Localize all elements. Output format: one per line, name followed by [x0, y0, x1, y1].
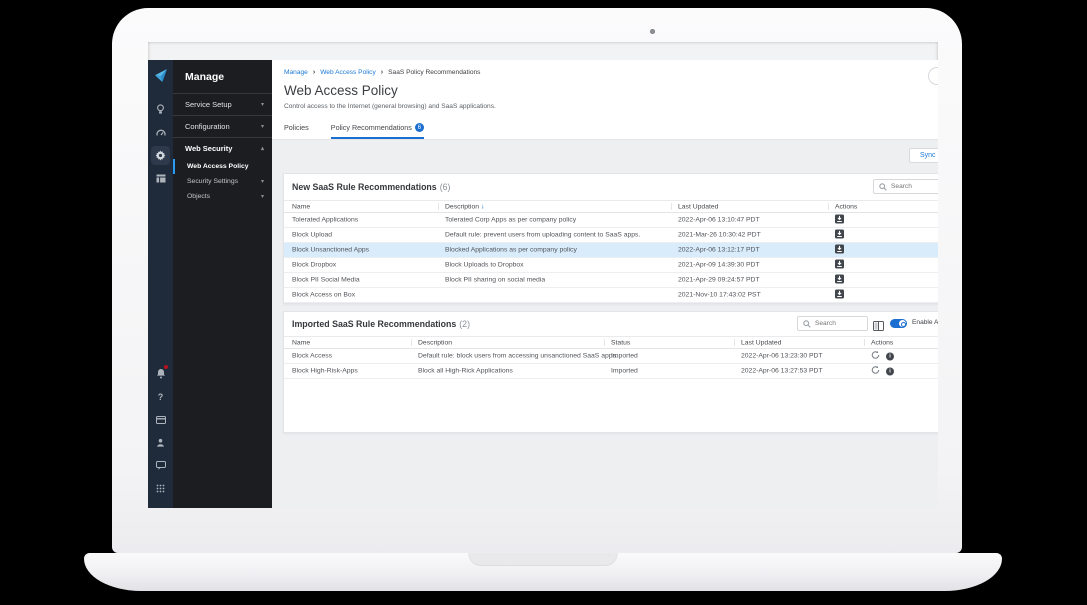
- search-input[interactable]: [815, 320, 862, 327]
- column-header-description[interactable]: Description↓: [445, 203, 485, 210]
- sync-button[interactable]: Sync: [909, 148, 938, 163]
- chevron-down-icon: ▾: [261, 123, 264, 130]
- new-rules-table-header: Name Description↓ Last Updated Actions: [284, 200, 938, 213]
- new-rules-search[interactable]: [873, 179, 938, 194]
- column-header-actions: Actions: [835, 203, 857, 210]
- search-input[interactable]: [891, 183, 938, 190]
- notification-badge: [163, 364, 169, 370]
- tab-policy-recommendations[interactable]: Policy Recommendations 6: [331, 123, 424, 139]
- sidebar: Manage Service Setup ▾ Configuration ▾ W…: [173, 60, 272, 508]
- insights-bulb-icon[interactable]: [151, 100, 170, 119]
- chevron-down-icon: ▾: [261, 101, 264, 108]
- imported-rules-title: Imported SaaS Rule Recommendations: [292, 319, 456, 329]
- import-rule-icon[interactable]: [835, 245, 844, 256]
- app-launcher-grid-icon[interactable]: [151, 479, 170, 498]
- page-body: Sync New SaaS Rule Recommendations (6) N…: [272, 140, 938, 508]
- laptop-notch: [468, 553, 618, 566]
- search-icon: [803, 320, 811, 328]
- breadcrumb-link-manage[interactable]: Manage: [284, 69, 308, 76]
- imported-rules-search[interactable]: [797, 316, 868, 331]
- search-icon: [879, 183, 887, 191]
- column-header-name[interactable]: Name: [292, 203, 310, 210]
- status-badge: Imported: [611, 368, 638, 375]
- import-rule-icon[interactable]: [835, 290, 844, 301]
- auto-sync-toggle[interactable]: [890, 319, 907, 328]
- column-header-name[interactable]: Name: [292, 339, 310, 346]
- sidebar-item-web-access-policy[interactable]: Web Access Policy: [173, 159, 272, 174]
- sidebar-item-web-security[interactable]: Web Security ▴: [173, 138, 272, 159]
- new-rules-count: (6): [440, 182, 451, 192]
- dashboard-gauge-icon[interactable]: [151, 123, 170, 142]
- laptop-base: [84, 553, 1002, 591]
- status-badge: Imported: [611, 353, 638, 360]
- column-header-status[interactable]: Status: [611, 339, 630, 346]
- info-icon[interactable]: i: [886, 352, 894, 360]
- chevron-up-icon: ▴: [261, 145, 264, 152]
- reports-table-icon[interactable]: [151, 169, 170, 188]
- sidebar-item-configuration[interactable]: Configuration ▾: [173, 116, 272, 137]
- breadcrumb-link-web-access-policy[interactable]: Web Access Policy: [320, 69, 376, 76]
- auto-sync-toggle-label: Enable Auto: [912, 319, 938, 326]
- laptop-camera: [650, 29, 655, 34]
- resync-rule-icon[interactable]: [871, 351, 880, 362]
- resync-rule-icon[interactable]: [871, 366, 880, 377]
- table-row[interactable]: Block Upload Default rule: prevent users…: [284, 228, 938, 243]
- column-header-description[interactable]: Description: [418, 339, 452, 346]
- column-header-last-updated[interactable]: Last Updated: [678, 203, 718, 210]
- billing-card-icon[interactable]: [151, 410, 170, 429]
- laptop-screen: ? Manage Service Setup ▾ Configuration ▾: [148, 42, 938, 508]
- tab-count-badge: 6: [415, 123, 424, 132]
- imported-rules-table-header: Name Description Status Last Updated Act…: [284, 336, 938, 349]
- table-row[interactable]: Block Access Default rule: block users f…: [284, 349, 938, 364]
- notifications-bell-icon[interactable]: [151, 364, 170, 383]
- table-row[interactable]: Block Dropbox Block Uploads to Dropbox 2…: [284, 258, 938, 273]
- column-header-actions: Actions: [871, 339, 893, 346]
- table-row[interactable]: Tolerated Applications Tolerated Corp Ap…: [284, 213, 938, 228]
- feedback-chat-icon[interactable]: [151, 456, 170, 475]
- page-title: Web Access Policy: [284, 83, 398, 98]
- info-icon[interactable]: i: [886, 367, 894, 375]
- sort-descending-icon: ↓: [481, 203, 485, 210]
- breadcrumb-current: SaaS Policy Recommendations: [388, 69, 480, 76]
- table-row[interactable]: Block PII Social Media Block PII sharing…: [284, 273, 938, 288]
- table-row[interactable]: Block Access on Box 2021-Nov-10 17:43:02…: [284, 288, 938, 303]
- breadcrumb-separator-icon: ›: [381, 69, 383, 76]
- imported-rules-card: Imported SaaS Rule Recommendations (2) E…: [283, 311, 938, 433]
- manage-gear-icon[interactable]: [151, 146, 170, 165]
- import-rule-icon[interactable]: [835, 215, 844, 226]
- import-rule-icon[interactable]: [835, 275, 844, 286]
- brand-logo-icon: [153, 68, 169, 88]
- page-subtitle: Control access to the Internet (general …: [284, 103, 496, 110]
- chevron-down-icon: ▾: [261, 178, 264, 185]
- breadcrumb-separator-icon: ›: [313, 69, 315, 76]
- new-rules-title: New SaaS Rule Recommendations: [292, 182, 437, 192]
- tab-policies[interactable]: Policies: [284, 123, 309, 139]
- icon-rail: ?: [148, 60, 173, 508]
- new-rules-card: New SaaS Rule Recommendations (6) Name D…: [283, 173, 938, 304]
- table-row[interactable]: Block High-Risk-Apps Block all High-Rick…: [284, 364, 938, 379]
- column-header-last-updated[interactable]: Last Updated: [741, 339, 781, 346]
- column-settings-icon[interactable]: [873, 318, 884, 336]
- account-user-icon[interactable]: [151, 433, 170, 452]
- clipped-header-button[interactable]: [928, 67, 938, 85]
- table-row-selected[interactable]: Block Unsanctioned Apps Blocked Applicat…: [284, 243, 938, 258]
- sidebar-title: Manage: [173, 60, 272, 93]
- import-rule-icon[interactable]: [835, 230, 844, 241]
- sidebar-item-service-setup[interactable]: Service Setup ▾: [173, 94, 272, 115]
- sidebar-item-security-settings[interactable]: Security Settings ▾: [173, 174, 272, 189]
- import-rule-icon[interactable]: [835, 260, 844, 271]
- help-icon[interactable]: ?: [151, 387, 170, 406]
- chevron-down-icon: ▾: [261, 193, 264, 200]
- imported-rules-count: (2): [459, 319, 470, 329]
- page-header: Manage › Web Access Policy › SaaS Policy…: [272, 60, 938, 140]
- tab-bar: Policies Policy Recommendations 6: [284, 123, 424, 139]
- breadcrumb: Manage › Web Access Policy › SaaS Policy…: [284, 69, 480, 76]
- sidebar-item-objects[interactable]: Objects ▾: [173, 189, 272, 204]
